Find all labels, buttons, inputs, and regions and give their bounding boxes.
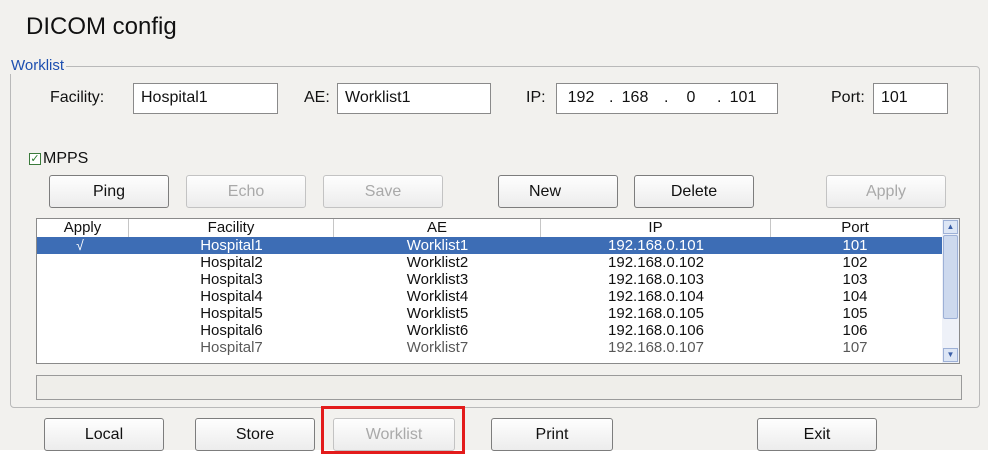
save-button[interactable]: Save	[323, 175, 443, 208]
table-row[interactable]: Hospital6 Worklist6 192.168.0.106 106	[37, 322, 957, 339]
table-scrollbar[interactable]: ▲ ▼	[942, 219, 959, 363]
window-title: DICOM config	[26, 13, 177, 40]
facility-cell: Hospital7	[200, 339, 263, 356]
ae-cell: Worklist3	[406, 271, 469, 288]
ae-cell: Worklist4	[406, 288, 469, 305]
ip-octet-3[interactable]: 0	[671, 89, 711, 107]
exit-button[interactable]: Exit	[757, 418, 877, 451]
port-cell: 103	[842, 271, 868, 288]
facility-cell: Hospital6	[200, 322, 263, 339]
checkmark-icon: ✓	[30, 153, 40, 165]
ip-cell: 192.168.0.105	[608, 305, 704, 322]
facility-cell: Hospital1	[200, 237, 263, 254]
store-button[interactable]: Store	[195, 418, 315, 451]
print-button[interactable]: Print	[491, 418, 613, 451]
column-header-facility[interactable]: Facility	[129, 219, 334, 237]
ip-cell: 192.168.0.104	[608, 288, 704, 305]
echo-button[interactable]: Echo	[186, 175, 306, 208]
table-row[interactable]: Hospital5 Worklist5 192.168.0.105 105	[37, 305, 957, 322]
worklist-table[interactable]: Apply Facility AE IP Port √ Hospital1 Wo…	[36, 218, 960, 364]
facility-cell: Hospital2	[200, 254, 263, 271]
table-row[interactable]: Hospital4 Worklist4 192.168.0.104 104	[37, 288, 957, 305]
facility-cell: Hospital3	[200, 271, 263, 288]
facility-cell: Hospital5	[200, 305, 263, 322]
ip-cell: 192.168.0.101	[608, 237, 704, 254]
scrollbar-thumb[interactable]	[943, 235, 958, 319]
facility-field[interactable]: Hospital1	[133, 83, 278, 114]
highlight-box	[321, 406, 465, 454]
ae-cell: Worklist7	[406, 339, 469, 356]
table-row[interactable]: Hospital2 Worklist2 192.168.0.102 102	[37, 254, 957, 271]
column-header-ip[interactable]: IP	[541, 219, 771, 237]
ae-cell: Worklist5	[406, 305, 469, 322]
ip-octet-2[interactable]: 168	[615, 89, 655, 107]
mpps-checkbox[interactable]: ✓	[29, 153, 41, 165]
dicom-config-window: DICOM config Worklist Facility: Hospital…	[0, 0, 988, 454]
ping-button[interactable]: Ping	[49, 175, 169, 208]
table-row[interactable]: Hospital7 Worklist7 192.168.0.107 107	[37, 339, 957, 356]
port-cell: 105	[842, 305, 868, 322]
ip-octet-4[interactable]: 101	[723, 89, 763, 107]
ip-dot: .	[609, 89, 614, 106]
ae-cell: Worklist6	[406, 322, 469, 339]
ae-cell: Worklist1	[406, 237, 469, 254]
scroll-down-icon[interactable]: ▼	[943, 348, 958, 362]
ip-cell: 192.168.0.106	[608, 322, 704, 339]
port-cell: 102	[842, 254, 868, 271]
table-header: Apply Facility AE IP Port	[37, 219, 957, 237]
delete-button[interactable]: Delete	[634, 175, 754, 208]
port-label: Port:	[831, 89, 865, 106]
ae-cell: Worklist2	[406, 254, 469, 271]
port-field[interactable]: 101	[873, 83, 948, 114]
ip-octet-1[interactable]: 192	[561, 89, 601, 107]
mpps-label: MPPS	[43, 150, 89, 167]
facility-label: Facility:	[50, 89, 105, 106]
port-cell: 106	[842, 322, 868, 339]
ip-cell: 192.168.0.103	[608, 271, 704, 288]
ip-cell: 192.168.0.107	[608, 339, 704, 356]
column-header-port[interactable]: Port	[771, 219, 939, 237]
ip-address-field[interactable]: 192 . 168 . 0 . 101	[556, 83, 778, 114]
status-bar	[36, 375, 962, 400]
ip-dot: .	[664, 89, 669, 106]
table-row[interactable]: Hospital3 Worklist3 192.168.0.103 103	[37, 271, 957, 288]
new-button[interactable]: New	[498, 175, 618, 208]
local-button[interactable]: Local	[44, 418, 164, 451]
ip-dot: .	[717, 89, 722, 106]
ae-field[interactable]: Worklist1	[337, 83, 491, 114]
column-header-apply[interactable]: Apply	[37, 219, 129, 237]
facility-cell: Hospital4	[200, 288, 263, 305]
table-row[interactable]: √ Hospital1 Worklist1 192.168.0.101 101	[37, 237, 957, 254]
apply-button[interactable]: Apply	[826, 175, 946, 208]
ip-label: IP:	[526, 89, 546, 106]
port-cell: 104	[842, 288, 868, 305]
apply-check-cell: √	[76, 237, 84, 253]
port-cell: 101	[842, 237, 868, 254]
ae-label: AE:	[304, 89, 330, 106]
worklist-group-label: Worklist	[9, 57, 67, 74]
column-header-ae[interactable]: AE	[334, 219, 541, 237]
ip-cell: 192.168.0.102	[608, 254, 704, 271]
scroll-up-icon[interactable]: ▲	[943, 220, 958, 234]
port-cell: 107	[842, 339, 868, 356]
